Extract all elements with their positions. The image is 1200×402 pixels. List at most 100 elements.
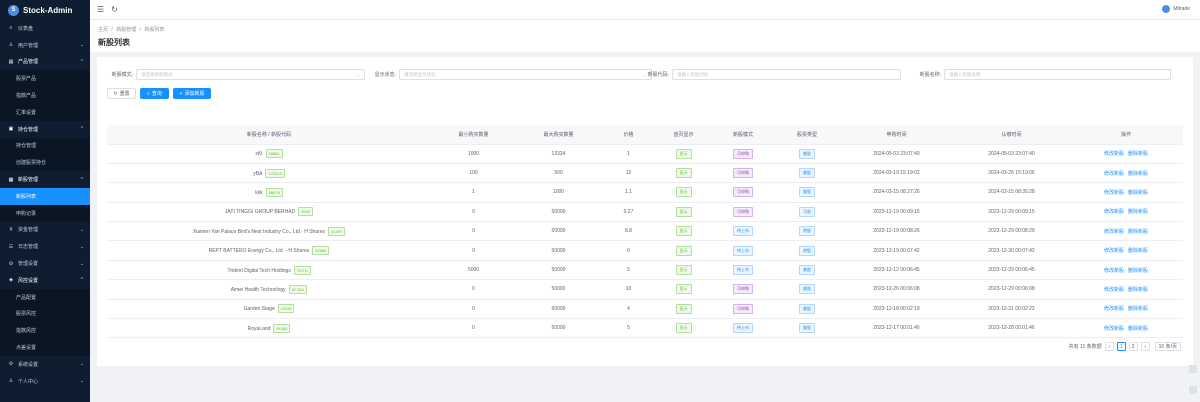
display-select[interactable]: 请选择显示状态 ⌄ — [399, 69, 652, 80]
sidebar-item-0[interactable]: ≡ 仪表盘 — [0, 20, 90, 37]
add-ipo-button[interactable]: + 添加新股 — [173, 88, 211, 99]
cell-sub: 2024-05-03 23:07:40 — [954, 144, 1069, 164]
ipo-name: Xiamen Yan Palace Bird's Nest Industry C… — [192, 228, 326, 235]
sub-time: 2024-05-03 23:07:40 — [988, 150, 1035, 157]
edit-ipo-link[interactable]: 修改新股 — [1104, 268, 1124, 274]
sidebar-item-1[interactable]: ♙ 用户管理 ⌄ — [0, 36, 90, 54]
menu-toggle-icon[interactable]: ☰ — [97, 5, 104, 14]
search-button[interactable]: ⌕ 查询 — [140, 88, 169, 99]
cell-actions: 修改新股 删除新股 — [1069, 299, 1183, 320]
delete-ipo-link[interactable]: 删除新股 — [1128, 171, 1148, 177]
breadcrumb-home[interactable]: 主页 — [98, 27, 108, 33]
delete-ipo-link[interactable]: 删除新股 — [1128, 190, 1148, 196]
sidebar-item-10[interactable]: 新股列表 — [0, 187, 90, 205]
delete-ipo-link[interactable]: 删除新股 — [1128, 268, 1148, 274]
user-menu[interactable]: Mitrade — [1162, 5, 1190, 13]
sidebar-item-20[interactable]: ⚙ 系统设置 ⌄ — [0, 355, 90, 373]
sidebar-item-9[interactable]: ▦ 新股管理 ⌃ — [0, 171, 90, 188]
code-input[interactable]: 请输入新股代码 — [672, 69, 901, 80]
delete-ipo-link[interactable]: 删除新股 — [1128, 229, 1148, 235]
max-value: 50000 — [551, 325, 566, 332]
delete-ipo-link[interactable]: 删除新股 — [1128, 151, 1148, 157]
chevron-icon: ⌄ — [79, 378, 84, 385]
sidebar-item-13[interactable]: ☰ 日志管理 ⌄ — [0, 238, 90, 256]
mode-select[interactable]: 请选择新股模式 ⌄ — [136, 69, 365, 80]
sub-time: 2023-12-29 00:08:29 — [988, 228, 1035, 235]
sidebar-item-19[interactable]: 点差设置 — [0, 339, 90, 356]
sidebar-item-16[interactable]: 产品配置 — [0, 288, 90, 306]
delete-ipo-link[interactable]: 删除新股 — [1128, 306, 1148, 312]
sidebar-item-3[interactable]: 股票产品 — [0, 70, 90, 88]
cell-mode: 可申购 — [711, 144, 775, 164]
cell-price: 4 — [601, 299, 656, 320]
delete-ipo-link[interactable]: 删除新股 — [1128, 248, 1148, 254]
ipo-name: kkk — [255, 189, 263, 196]
sidebar-item-2[interactable]: ▤ 产品管理 ⌃ — [0, 53, 90, 71]
refresh-icon[interactable]: ↻ — [111, 5, 118, 14]
sidebar-item-label: 股票产品 — [16, 76, 37, 83]
edit-ipo-link[interactable]: 修改新股 — [1104, 171, 1124, 177]
next-page-button[interactable]: › — [1140, 342, 1150, 351]
sidebar-item-5[interactable]: 汇率设置 — [0, 103, 90, 121]
sidebar-item-icon: ¥ — [9, 226, 13, 233]
table-row: Aimei Health Technology AFJKU 0 50000 10 显示 可申… — [107, 279, 1183, 300]
edit-ipo-link[interactable]: 修改新股 — [1104, 151, 1124, 157]
ipo-code-badge: 00666 — [312, 246, 330, 256]
column-header: 操作 — [1069, 125, 1183, 145]
sidebar-item-8[interactable]: 创建股票持仓 — [0, 154, 90, 172]
chevron-icon: ⌄ — [79, 226, 84, 233]
type-tag: 美股 — [799, 284, 815, 295]
ipo-name: sKt — [255, 151, 263, 158]
name-input-placeholder: 请输入新股名称 — [949, 71, 981, 77]
apply-time: 2023-12-19 00:09:15 — [873, 208, 920, 215]
edit-ipo-link[interactable]: 修改新股 — [1104, 229, 1124, 235]
name-input[interactable]: 请输入新股名称 — [944, 69, 1171, 80]
sidebar-item-label: 风控设置 — [18, 277, 39, 284]
show-tag: 显示 — [675, 148, 692, 159]
delete-ipo-link[interactable]: 删除新股 — [1128, 209, 1148, 215]
sidebar-item-11[interactable]: 申购记录 — [0, 204, 90, 222]
sidebar-item-6[interactable]: ▣ 持仓管理 ⌃ — [0, 120, 90, 138]
breadcrumb-section[interactable]: 新股管理 — [116, 27, 136, 33]
chevron-icon: ⌃ — [79, 176, 84, 183]
cell-name: sKt 39861 — [107, 144, 431, 164]
cell-min: 0 — [431, 318, 516, 339]
type-tag: 马股 — [799, 206, 815, 217]
sidebar-item-12[interactable]: ¥ 资金管理 ⌄ — [0, 221, 90, 239]
sidebar-item-17[interactable]: 股票风控 — [0, 305, 90, 323]
cell-actions: 修改新股 删除新股 — [1069, 144, 1183, 164]
price-value: 4 — [627, 305, 630, 312]
edit-ipo-link[interactable]: 修改新股 — [1104, 190, 1124, 196]
sidebar-item-21[interactable]: ♙ 个人中心 ⌄ — [0, 372, 90, 390]
edit-ipo-link[interactable]: 修改新股 — [1104, 287, 1124, 293]
sidebar-item-14[interactable]: ⚙ 管理设置 ⌄ — [0, 255, 90, 272]
cell-mode: 可申购 — [711, 279, 775, 300]
cell-mode: 可申购 — [711, 299, 775, 320]
column-header: 新股名称 / 新股代码 — [107, 125, 431, 145]
sidebar-item-15[interactable]: ◈ 风控设置 ⌃ — [0, 271, 90, 289]
edit-ipo-link[interactable]: 修改新股 — [1104, 248, 1124, 254]
table-body: sKt 39861 1000 13324 1 显示 可申购 美股 2024-05-03 23:0… — [107, 144, 1183, 339]
edit-ipo-link[interactable]: 修改新股 — [1104, 326, 1124, 332]
sidebar-item-4[interactable]: 指数产品 — [0, 87, 90, 104]
reset-button[interactable]: ↻ 重置 — [107, 88, 136, 99]
cell-price: 0 — [601, 240, 656, 261]
cell-price: 12 — [601, 163, 656, 184]
page-header: 主页 / 新股管理 / 新股列表 新股列表 — [90, 20, 1200, 52]
scroll-up-icon[interactable] — [1189, 365, 1197, 373]
page-2-button[interactable]: 2 — [1128, 342, 1138, 351]
scroll-down-icon[interactable] — [1189, 386, 1197, 394]
edit-ipo-link[interactable]: 修改新股 — [1104, 209, 1124, 215]
app-logo[interactable]: S Stock-Admin — [0, 0, 90, 20]
cell-min: 5000 — [431, 260, 516, 281]
cell-sub: 2023-12-30 00:07:42 — [954, 240, 1069, 261]
sidebar-item-7[interactable]: 持仓管理 — [0, 137, 90, 155]
page-1-button[interactable]: 1 — [1116, 342, 1126, 351]
prev-page-button[interactable]: ‹ — [1104, 342, 1114, 351]
price-value: 12 — [625, 170, 632, 177]
edit-ipo-link[interactable]: 修改新股 — [1104, 306, 1124, 312]
page-size-select[interactable]: 10 条/页 — [1154, 342, 1181, 351]
delete-ipo-link[interactable]: 删除新股 — [1128, 287, 1148, 293]
delete-ipo-link[interactable]: 删除新股 — [1128, 326, 1148, 332]
sidebar-item-18[interactable]: 指数风控 — [0, 322, 90, 340]
